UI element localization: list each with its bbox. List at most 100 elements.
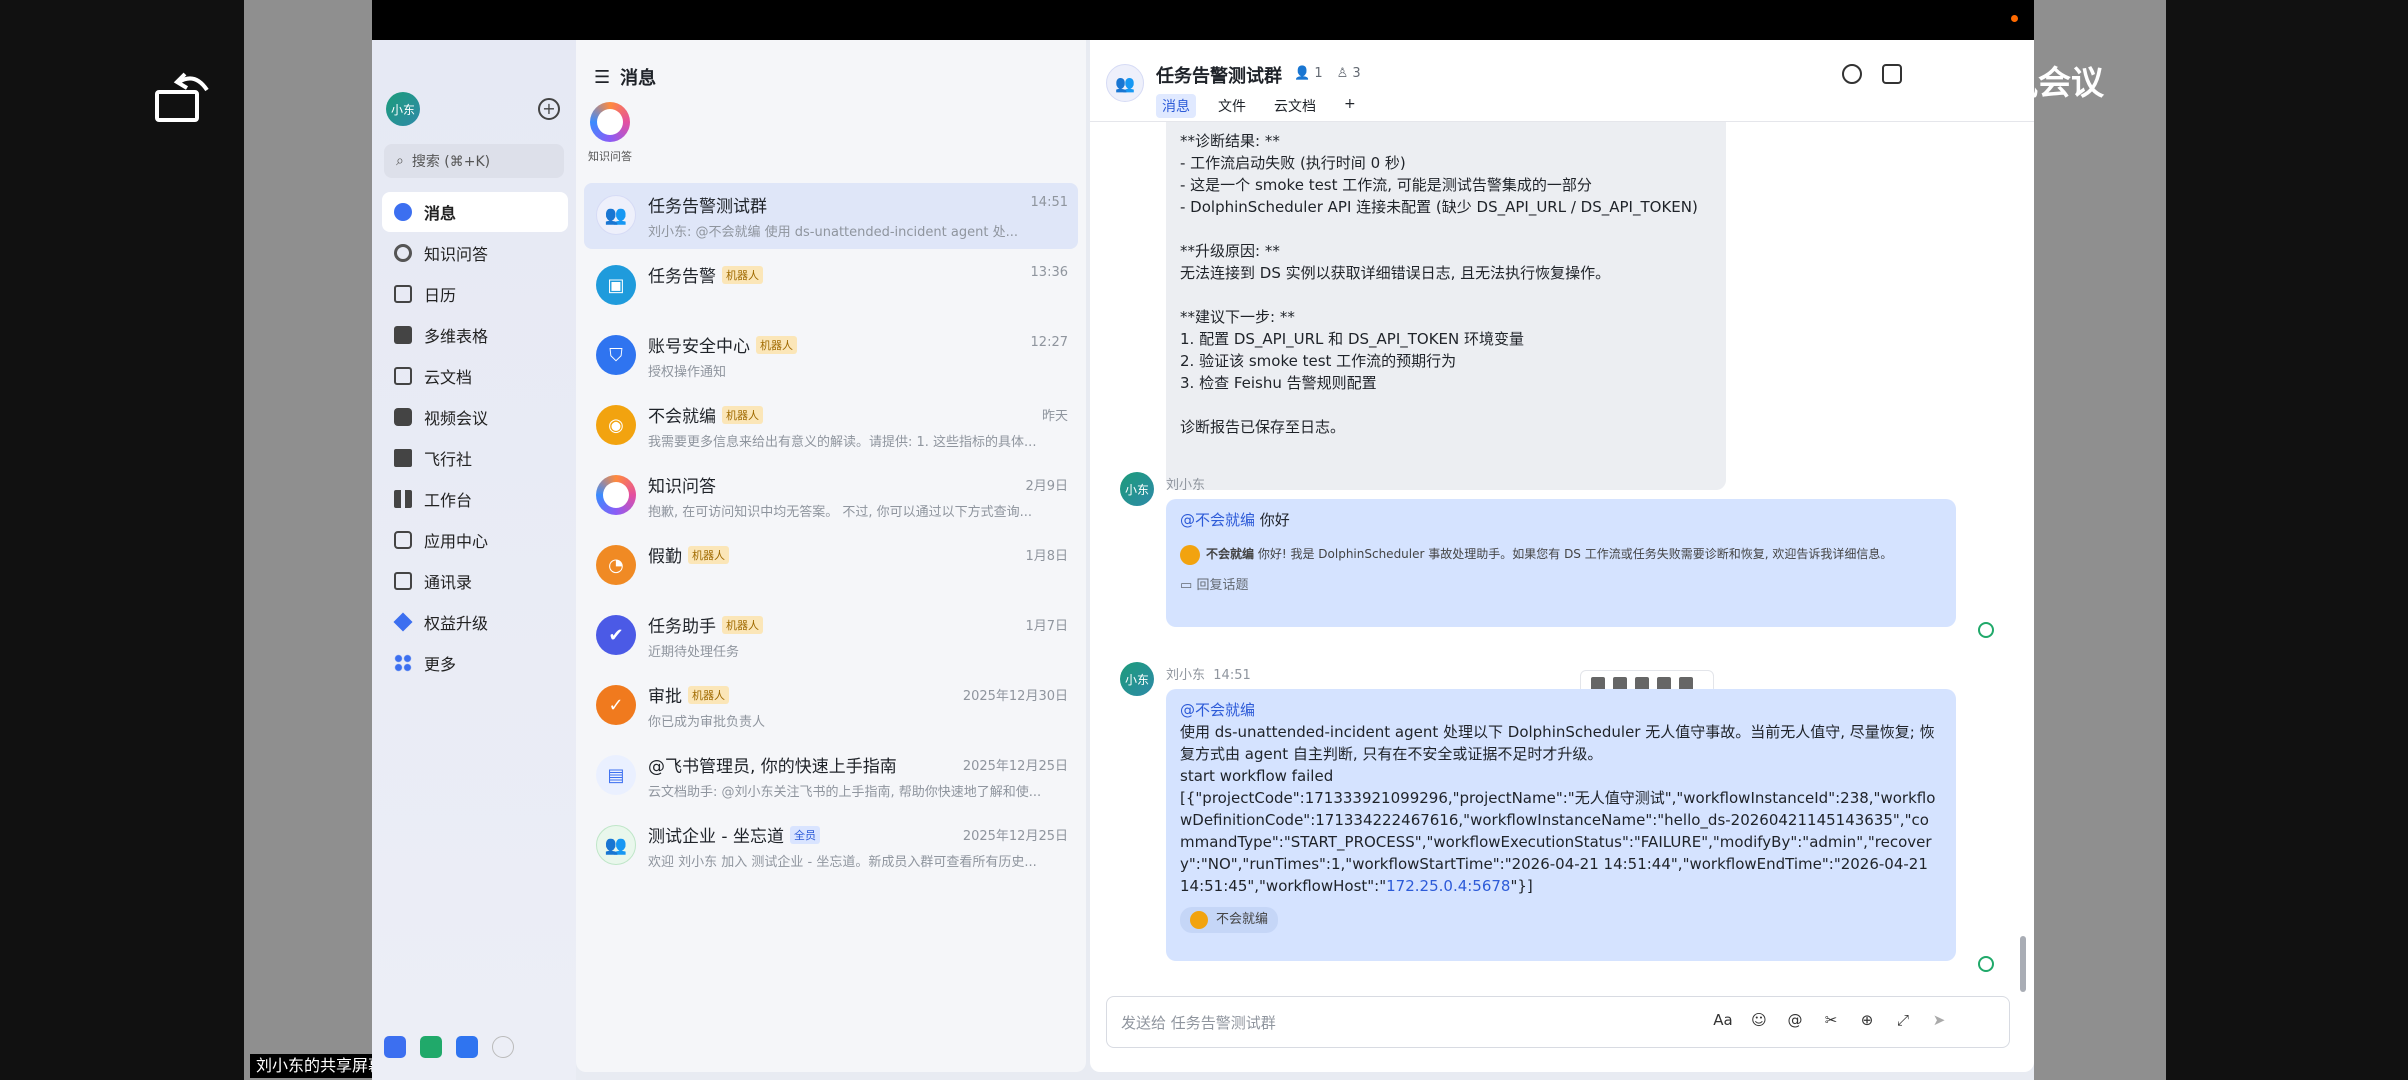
reaction-chip[interactable]: 不会就编: [1180, 907, 1279, 933]
rotate-screen-icon[interactable]: [155, 68, 213, 124]
user-avatar[interactable]: 小东: [386, 92, 420, 126]
tab-add[interactable]: +: [1338, 94, 1362, 118]
doc-icon: [394, 367, 412, 385]
create-plus-icon[interactable]: +: [538, 98, 560, 120]
shortcut-outlook-icon[interactable]: [456, 1036, 478, 1058]
group-avatar-icon[interactable]: 👥: [1106, 64, 1144, 102]
shortcut-app-icon[interactable]: [384, 1036, 406, 1058]
nav-item-upgrade[interactable]: 权益升级: [382, 602, 568, 642]
conversation-item-alert-test-group[interactable]: 👥 任务告警测试群 14:51 刘小东: @不会就编 使用 ds-unatten…: [584, 183, 1078, 249]
message-line: @不会就编 你好: [1180, 509, 1942, 531]
font-format-icon[interactable]: Aa: [1713, 1011, 1733, 1031]
conversation-item-task-assistant[interactable]: ✔ 任务助手 机器人 1月7日 近期待处理任务: [584, 603, 1078, 669]
member-count[interactable]: 👤 1: [1294, 66, 1323, 81]
message-body-tail: "}]: [1510, 877, 1533, 895]
diamond-icon: [393, 612, 413, 632]
list-menu-icon[interactable]: ☰: [594, 67, 610, 88]
knowledge-ring-icon: [596, 475, 636, 515]
left-frame-strip: [244, 0, 372, 1080]
calendar-icon: [394, 285, 412, 303]
message-incident-request[interactable]: @不会就编 使用 ds-unattended-incident agent 处理…: [1166, 689, 1956, 961]
message-composer[interactable]: 发送给 任务告警测试群 Aa ☺ @ ✂ ⊕ ⤢ ➤: [1106, 996, 2010, 1048]
mention[interactable]: @不会就编: [1180, 699, 1942, 721]
nav-item-flight[interactable]: 飞行社: [382, 438, 568, 478]
shortcut-sheet-icon[interactable]: [420, 1036, 442, 1058]
conversation-item-task-alert[interactable]: ▣ 任务告警 机器人 13:36: [584, 253, 1078, 319]
chat-panel: 👥 任务告警测试群 👤 1 ♙ 3 消息 文件 云文档 + **诊断结果: **…: [1090, 40, 2034, 1072]
conversation-name-text: 账号安全中心: [648, 337, 750, 357]
feishu-app-window: 小东 + ⌕ 搜索 (⌘+K) 消息 知识问答 日历 多维表格 云文档 视频会议…: [372, 40, 2034, 1080]
conversation-name-text: 任务告警测试群: [648, 197, 767, 217]
search-box[interactable]: ⌕ 搜索 (⌘+K): [384, 144, 564, 178]
approval-icon: ✓: [596, 685, 636, 725]
checkmark-icon: ✔: [596, 615, 636, 655]
host-link[interactable]: 172.25.0.4:5678: [1386, 877, 1510, 895]
group-icon: 👥: [596, 825, 636, 865]
nav-item-more[interactable]: 更多: [382, 643, 568, 683]
all-staff-badge: 全员: [789, 825, 820, 844]
nav-item-apps[interactable]: 应用中心: [382, 520, 568, 560]
composer-tools: Aa ☺ @ ✂ ⊕ ⤢ ➤: [1713, 1011, 1949, 1031]
conversation-name-text: 不会就编: [648, 407, 716, 427]
shortcut-add-icon[interactable]: [492, 1036, 514, 1058]
conversation-preview: 授权操作通知: [648, 365, 727, 380]
chat-scrollbar[interactable]: [2020, 936, 2026, 992]
conversation-preview: 我需要更多信息来给出有意义的解读。请提供: 1. 这些指标的具体...: [648, 435, 1037, 450]
conversation-item-buhuijiubian[interactable]: ◉ 不会就编 机器人 昨天 我需要更多信息来给出有意义的解读。请提供: 1. 这些…: [584, 393, 1078, 459]
message-greeting[interactable]: @不会就编 你好 不会就编 你好! 我是 DolphinScheduler 事故…: [1166, 499, 1956, 627]
conversation-preview: 欢迎 刘小东 加入 测试企业 - 坐忘道。新成员入群可查看所有历史...: [648, 855, 1037, 870]
conversation-time: 昨天: [1041, 409, 1068, 424]
reply-thread-link[interactable]: ▭ 回复话题: [1180, 575, 1942, 597]
sender-avatar[interactable]: 小东: [1120, 662, 1154, 696]
conversation-name: @飞书管理员, 你的快速上手指南: [648, 752, 897, 777]
conversation-time: 2月9日: [1025, 479, 1068, 494]
nav-item-base[interactable]: 多维表格: [382, 315, 568, 355]
conversation-name: 任务告警 机器人: [648, 262, 763, 287]
tab-files[interactable]: 文件: [1212, 94, 1252, 118]
share-screen-label: 刘小东的共享屏幕: [250, 1054, 391, 1078]
nav-item-contacts[interactable]: 通讯录: [382, 561, 568, 601]
sender-avatar[interactable]: 小东: [1120, 472, 1154, 506]
send-icon[interactable]: ➤: [1929, 1011, 1949, 1031]
conversation-item-attendance[interactable]: ◔ 假勤 机器人 1月8日: [584, 533, 1078, 599]
conversation-time: 1月8日: [1025, 549, 1068, 564]
video-call-icon[interactable]: [1882, 64, 1902, 84]
nav-item-video[interactable]: 视频会议: [382, 397, 568, 437]
expand-icon[interactable]: ⤢: [1893, 1011, 1913, 1031]
knowledge-shortcut[interactable]: 知识问答: [586, 102, 634, 164]
emoji-icon[interactable]: ☺: [1749, 1011, 1769, 1031]
conversation-item-quickstart-guide[interactable]: ▤ @飞书管理员, 你的快速上手指南 2025年12月25日 云文档助手: @刘…: [584, 743, 1078, 809]
tab-cloud-docs[interactable]: 云文档: [1268, 94, 1322, 118]
mention[interactable]: @不会就编: [1180, 511, 1255, 529]
conversation-item-approval[interactable]: ✓ 审批 机器人 2025年12月30日 你已成为审批负责人: [584, 673, 1078, 739]
apps-icon: [394, 531, 412, 549]
nav-item-knowledge[interactable]: 知识问答: [382, 233, 568, 273]
reply-thread-label: 回复话题: [1196, 578, 1249, 593]
conversation-name: 审批 机器人: [648, 682, 729, 707]
bot-badge: 机器人: [688, 685, 729, 704]
message-icon: [394, 203, 412, 221]
nav-item-workplace[interactable]: 工作台: [382, 479, 568, 519]
conversation-item-knowledge-qa[interactable]: 知识问答 2月9日 抱歉, 在可访问知识中均无答案。 不过, 你可以通过以下方式…: [584, 463, 1078, 529]
top-bar: [372, 0, 2034, 40]
plus-icon[interactable]: ⊕: [1857, 1011, 1877, 1031]
scissors-icon[interactable]: ✂: [1821, 1011, 1841, 1031]
conversation-name-text: 测试企业 - 坐忘道: [648, 827, 784, 847]
mention-icon[interactable]: @: [1785, 1011, 1805, 1031]
grid-icon: [394, 490, 412, 508]
bot-count[interactable]: ♙ 3: [1337, 66, 1361, 81]
nav-item-messages[interactable]: 消息: [382, 192, 568, 232]
recording-dot: [2011, 15, 2018, 22]
conversation-item-account-security[interactable]: ⛉ 账号安全中心 机器人 12:27 授权操作通知: [584, 323, 1078, 389]
bot-badge: 机器人: [688, 545, 729, 564]
conversation-time: 2025年12月25日: [962, 759, 1068, 774]
conversation-preview: 你已成为审批负责人: [648, 715, 766, 730]
nav-item-calendar[interactable]: 日历: [382, 274, 568, 314]
chat-title[interactable]: 任务告警测试群: [1156, 62, 1282, 88]
message-body: 使用 ds-unattended-incident agent 处理以下 Dol…: [1180, 721, 1942, 897]
diagnosis-report-text: **诊断结果: ** - 工作流启动失败 (执行时间 0 秒) - 这是一个 s…: [1180, 132, 1698, 436]
nav-item-docs[interactable]: 云文档: [382, 356, 568, 396]
conversation-item-test-enterprise[interactable]: 👥 测试企业 - 坐忘道 全员 2025年12月25日 欢迎 刘小东 加入 测试企…: [584, 813, 1078, 879]
search-icon[interactable]: [1842, 64, 1862, 84]
tab-messages[interactable]: 消息: [1156, 94, 1196, 118]
